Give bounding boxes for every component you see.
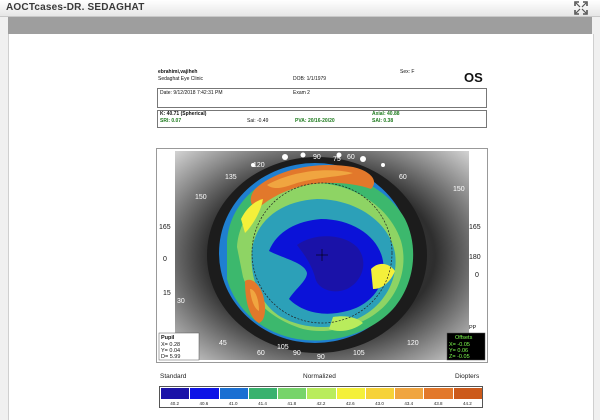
sai-index-value: Sai: -0.49 bbox=[247, 118, 269, 124]
legend-swatch bbox=[336, 388, 365, 399]
axis-label: 90 bbox=[313, 154, 321, 161]
axis-label: 90 bbox=[293, 350, 301, 357]
legend-value: 41.4 bbox=[258, 401, 267, 406]
patient-sex: Sex: F bbox=[400, 69, 415, 75]
legend-swatch bbox=[161, 388, 190, 399]
legend-swatch bbox=[190, 388, 219, 399]
legend-value: 40.2 bbox=[170, 401, 179, 406]
axis-label: 30 bbox=[177, 298, 185, 305]
pupil-d: D= 5.99 bbox=[161, 354, 180, 360]
sri-value: SRI: 0.07 bbox=[160, 118, 182, 124]
offsets-title: Offsets bbox=[455, 335, 473, 341]
axis-label: 120 bbox=[253, 162, 265, 169]
legend-value: 42.6 bbox=[345, 401, 355, 406]
legend-value: 41.8 bbox=[287, 401, 297, 406]
exam-date: Date: 9/12/2018 7:42:31 PM bbox=[160, 90, 223, 96]
axis-label: 150 bbox=[195, 194, 207, 201]
eye-side-label: OS bbox=[464, 70, 483, 85]
window-titlebar: AOCTcases-DR. SEDAGHAT bbox=[0, 0, 600, 17]
legend-value: 43.8 bbox=[433, 401, 443, 406]
axis-label: 75 bbox=[333, 156, 341, 163]
axis-label: 60 bbox=[257, 350, 265, 357]
topography-map: 120 90 60 135 150 165 0 15 30 45 60 90 1… bbox=[158, 151, 486, 361]
axis-label: 120 bbox=[407, 340, 419, 347]
legend-swatch bbox=[219, 388, 248, 399]
legend-swatch bbox=[395, 388, 424, 399]
legend-value: 40.6 bbox=[199, 401, 209, 406]
axis-label: 60 bbox=[347, 154, 355, 161]
legend-value: 43.0 bbox=[375, 401, 384, 406]
topography-panel: 120 90 60 135 150 165 0 15 30 45 60 90 1… bbox=[156, 148, 488, 363]
pp-label: PP bbox=[469, 325, 477, 331]
axis-label: 165 bbox=[469, 224, 481, 231]
legend-value: 41.0 bbox=[228, 401, 238, 406]
axis-label: 105 bbox=[353, 350, 365, 357]
clinic-name: Sedaghat Eye Clinic bbox=[158, 76, 204, 82]
offsets-z: Z= -0.05 bbox=[449, 354, 470, 360]
patient-dob: DOB: 1/1/1979 bbox=[293, 76, 327, 82]
patient-name: ebrahimi,vajiheh bbox=[158, 69, 198, 75]
legend-swatch bbox=[307, 388, 336, 399]
legend-swatch bbox=[424, 388, 453, 399]
pupil-title: Pupil bbox=[161, 335, 175, 341]
axis-label: 150 bbox=[453, 186, 465, 193]
header-band bbox=[8, 17, 592, 34]
legend-swatch bbox=[453, 388, 482, 399]
window-title: AOCTcases-DR. SEDAGHAT bbox=[6, 2, 145, 13]
axial-value: Axial: 40.88 bbox=[372, 111, 400, 117]
legend-swatch bbox=[365, 388, 395, 399]
scale-normalized-label: Normalized bbox=[303, 373, 336, 380]
axis-label: 45 bbox=[219, 340, 227, 347]
legend-swatch bbox=[278, 388, 307, 399]
legend-value: 42.2 bbox=[316, 401, 326, 406]
k-value: K: 40.71 (Spherical) bbox=[160, 111, 207, 117]
legend-value: 44.2 bbox=[462, 401, 472, 406]
scale-diopters-label: Diopters bbox=[455, 373, 480, 380]
sai-value: SAI: 0.38 bbox=[372, 118, 394, 124]
axis-label: 180 bbox=[469, 254, 481, 261]
axis-label: 15 bbox=[163, 290, 171, 297]
exam-number: Exam 2 bbox=[293, 90, 310, 96]
axis-label: 0 bbox=[163, 256, 167, 263]
legend-value: 43.4 bbox=[404, 401, 414, 406]
axis-label: 105 bbox=[277, 344, 289, 351]
axis-label: 165 bbox=[159, 224, 171, 231]
axis-label: 90 bbox=[317, 354, 325, 361]
axis-label: 135 bbox=[225, 174, 237, 181]
axis-label: 60 bbox=[399, 174, 407, 181]
expand-icon[interactable] bbox=[574, 1, 588, 15]
pva-value: PVA: 20/16-20/20 bbox=[295, 118, 335, 124]
scale-standard-label: Standard bbox=[160, 373, 187, 380]
legend-swatch bbox=[248, 388, 278, 399]
color-scale-legend: 40.2 40.6 41.0 41.4 41.8 42.2 42.6 43.0 43.4 43.8… bbox=[159, 386, 483, 408]
axis-label: 0 bbox=[475, 272, 479, 279]
